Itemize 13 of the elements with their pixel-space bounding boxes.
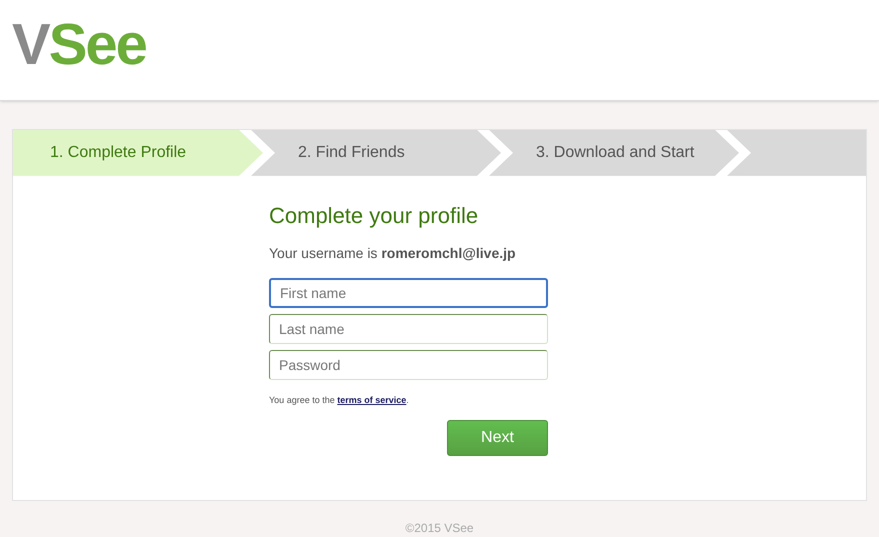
next-button[interactable]: Next: [447, 420, 548, 456]
logo[interactable]: VSee: [12, 14, 146, 76]
form-title: Complete your profile: [269, 202, 478, 230]
footer-text: ©2015 VSee: [405, 520, 474, 537]
username-text: Your username is romeromchl@live.jp: [269, 244, 516, 263]
input-field[interactable]: First name: [269, 278, 548, 308]
terms-link[interactable]: terms of service: [337, 394, 406, 405]
agreement-text: You agree to the terms of service.: [269, 394, 409, 407]
input-field[interactable]: Last name: [269, 314, 548, 344]
input-field[interactable]: Password: [269, 350, 548, 380]
step-tab[interactable]: 1. Complete Profile: [13, 130, 263, 176]
step-tab[interactable]: 3. Download and Start: [489, 130, 739, 176]
step-tab[interactable]: 2. Find Friends: [251, 130, 501, 176]
